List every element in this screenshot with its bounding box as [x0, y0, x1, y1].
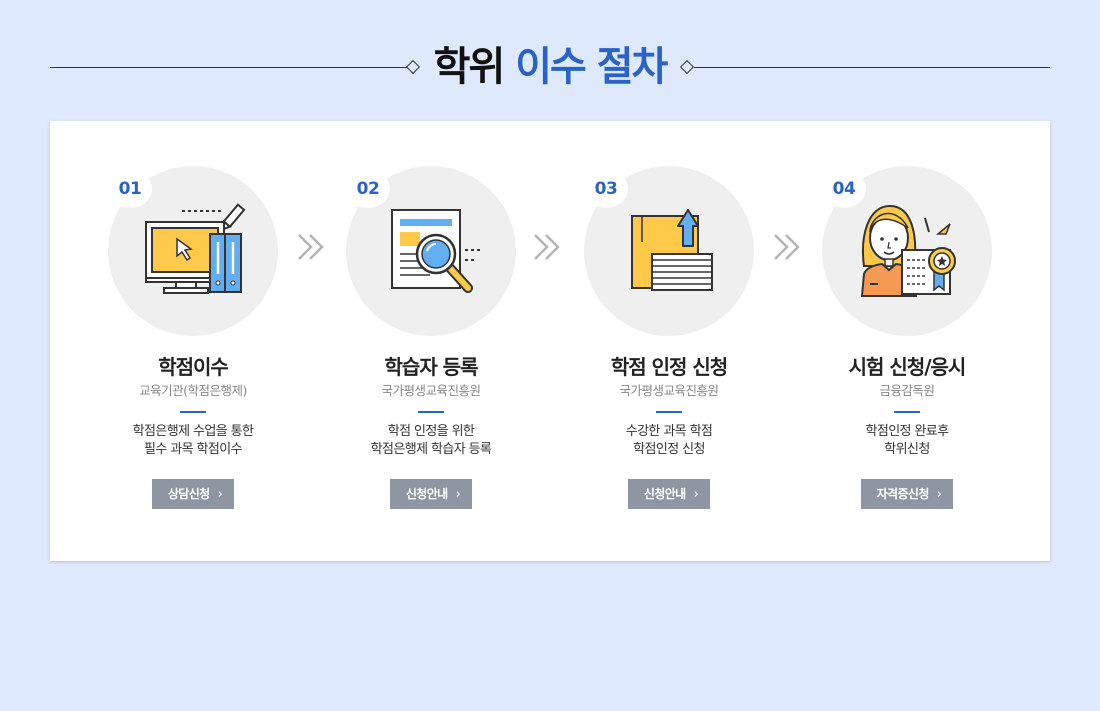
consultation-request-button[interactable]: 상담신청 ›: [151, 479, 235, 509]
step-illustration-circle: 03: [584, 166, 754, 336]
step-divider: [418, 411, 444, 413]
step-description-line: 학점 인정을 위한: [387, 424, 475, 439]
step-number: 01: [108, 170, 152, 208]
step-illustration-circle: 04: [822, 166, 992, 336]
header-line-left: [50, 67, 407, 68]
step-title: 학점 인정 신청: [610, 355, 728, 379]
button-label: 신청안내: [643, 487, 686, 501]
step-illustration-circle: 01: [108, 166, 278, 336]
step-description-line: 학점인정 신청: [633, 442, 705, 457]
step-organization: 교육기관(학점은행제): [139, 383, 247, 398]
certificate-application-button[interactable]: 자격증신청 ›: [860, 479, 954, 509]
step-description: 학점인정 완료후 학위신청: [792, 423, 1022, 459]
chevron-right-icon: ›: [693, 487, 699, 502]
button-label: 자격증신청: [876, 487, 930, 501]
title-part1: 학위: [433, 44, 506, 90]
diamond-ornament-right: [679, 59, 695, 75]
diamond-ornament-left: [405, 59, 421, 75]
step-number: 02: [346, 170, 390, 208]
header-line-right: [694, 67, 1050, 68]
step-number: 03: [584, 170, 628, 208]
chevron-right-icon: ›: [217, 487, 223, 502]
step-description: 수강한 과목 학점 학점인정 신청: [554, 423, 784, 459]
step-organization: 국가평생교육진흥원: [381, 383, 481, 398]
step-title: 학습자 등록: [384, 355, 479, 379]
step-divider: [180, 411, 206, 413]
step-card-4: 04 시험 신청/응시 금융감독원 학점인정 완료후 학위신청 자격증신청 ›: [792, 166, 1022, 509]
title-part2: 이수 절차: [515, 44, 668, 90]
chevron-right-icon: ›: [936, 487, 942, 502]
step-organization: 금융감독원: [879, 383, 935, 398]
button-label: 신청안내: [405, 487, 448, 501]
step-description: 학점은행제 수업을 통한 필수 과목 학점이수: [78, 423, 308, 459]
page-title: 학위 이수 절차: [420, 42, 680, 92]
step-description-line: 필수 과목 학점이수: [144, 442, 243, 457]
step-description-line: 학점은행제 수업을 통한: [132, 424, 254, 439]
step-illustration-circle: 02: [346, 166, 516, 336]
credit-application-guide-button[interactable]: 신청안내 ›: [627, 479, 711, 509]
step-number: 04: [822, 170, 866, 208]
step-card-1: 01 학점이수 교육기관(학점은행제) 학점은행제 수업을 통한 필수 과목 학…: [78, 166, 308, 509]
step-description-line: 수강한 과목 학점: [625, 424, 713, 439]
step-organization: 국가평생교육진흥원: [619, 383, 719, 398]
step-description-line: 학위신청: [884, 442, 930, 457]
step-card-3: 03 학점 인정 신청 국가평생교육진흥원 수강한 과목 학점 학점인정 신청 …: [554, 166, 784, 509]
step-description-line: 학점인정 완료후: [865, 424, 949, 439]
step-divider: [894, 411, 920, 413]
button-label: 상담신청: [167, 487, 210, 501]
step-card-2: 02 학습자 등록 국가평생교육진흥원 학점 인정을 위한 학점은행제 학습자 …: [316, 166, 546, 509]
step-description-line: 학점은행제 학습자 등록: [370, 442, 492, 457]
step-divider: [656, 411, 682, 413]
registration-guide-button[interactable]: 신청안내 ›: [389, 479, 473, 509]
step-title: 시험 신청/응시: [848, 355, 967, 379]
step-description: 학점 인정을 위한 학점은행제 학습자 등록: [316, 423, 546, 459]
process-panel: 01 학점이수 교육기관(학점은행제) 학점은행제 수업을 통한 필수 과목 학…: [50, 121, 1050, 561]
step-title: 학점이수: [158, 355, 229, 379]
chevron-right-icon: ›: [455, 487, 461, 502]
section-header: 학위 이수 절차: [50, 42, 1050, 92]
